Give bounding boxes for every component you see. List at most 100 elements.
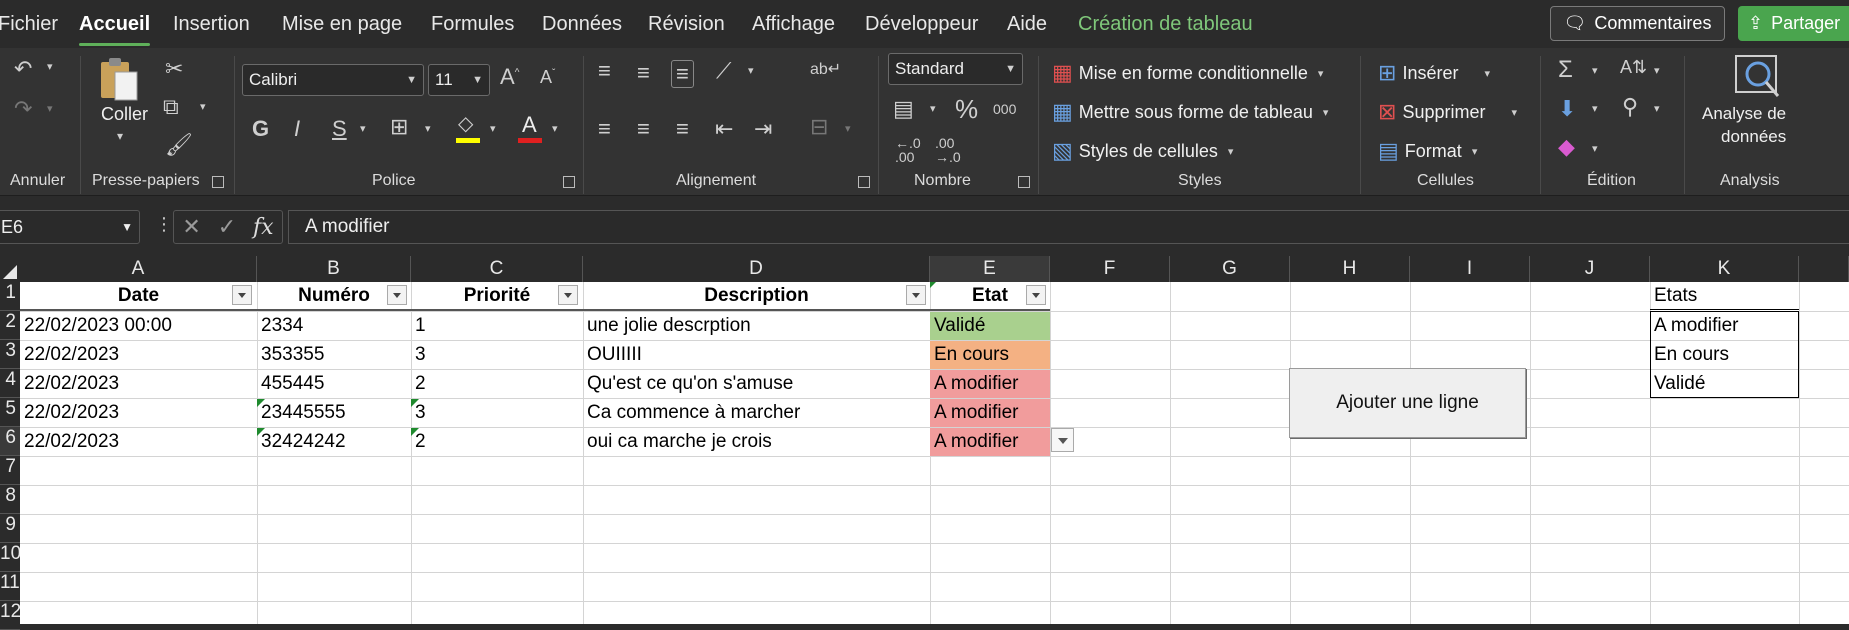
underline-icon[interactable]: S <box>332 118 347 140</box>
select-all-button[interactable] <box>0 256 20 282</box>
cell-k3[interactable]: En cours <box>1650 341 1799 369</box>
redo-dropdown-icon[interactable]: ▾ <box>47 104 53 115</box>
column-header-a[interactable]: A <box>20 256 257 282</box>
cell-b6[interactable]: 32424242 <box>257 428 411 456</box>
cell-d3[interactable]: OUIIIII <box>583 341 930 369</box>
orientation-icon[interactable]: ⟋ <box>716 60 731 82</box>
thousands-separator-icon[interactable]: 000 <box>993 102 1016 116</box>
enter-icon[interactable]: ✓ <box>218 214 236 240</box>
number-format-combo[interactable]: Standard ▼ <box>888 53 1023 85</box>
tab-formules[interactable]: Formules <box>431 13 514 36</box>
tab-donnees[interactable]: Données <box>542 13 622 36</box>
align-top-icon[interactable]: ≡ <box>598 60 611 82</box>
paste-button[interactable]: Coller ▾ <box>97 56 153 156</box>
filter-description-icon[interactable] <box>906 285 926 305</box>
row-header-2[interactable]: 2 <box>0 311 20 340</box>
more-options-icon[interactable]: ⋮ <box>155 214 173 235</box>
row-header-11[interactable]: 11 <box>0 572 20 601</box>
insert-cells-button[interactable]: ⊞ Insérer ▾ <box>1378 58 1490 88</box>
column-header-c[interactable]: C <box>411 256 583 282</box>
find-dropdown-icon[interactable]: ▾ <box>1654 104 1660 115</box>
number-launcher-icon[interactable] <box>1018 176 1030 188</box>
cell-a3[interactable]: 22/02/2023 <box>20 341 257 369</box>
function-icon[interactable]: fx <box>253 215 274 240</box>
share-button[interactable]: ⇪ Partager <box>1738 6 1849 41</box>
undo-dropdown-icon[interactable]: ▾ <box>47 62 53 73</box>
tab-insertion[interactable]: Insertion <box>173 13 250 36</box>
row-header-4[interactable]: 4 <box>0 369 20 398</box>
cell-c6[interactable]: 2 <box>411 428 583 456</box>
header-description[interactable]: Description <box>583 282 930 310</box>
filter-date-icon[interactable] <box>232 285 252 305</box>
format-as-table-button[interactable]: ▦ Mettre sous forme de tableau ▾ <box>1052 97 1328 127</box>
cell-e6[interactable]: A modifier <box>930 428 1050 456</box>
filter-numero-icon[interactable] <box>387 285 407 305</box>
cell-k1[interactable]: Etats <box>1650 282 1799 310</box>
header-date[interactable]: Date <box>20 282 257 310</box>
row-header-9[interactable]: 9 <box>0 514 20 543</box>
decrease-indent-icon[interactable]: ⇤ <box>715 118 733 140</box>
row-header-7[interactable]: 7 <box>0 456 20 485</box>
font-size-combo[interactable]: 11 ▼ <box>428 64 490 96</box>
bold-icon[interactable]: G <box>252 118 269 140</box>
cell-b3[interactable]: 353355 <box>257 341 411 369</box>
column-header-j[interactable]: J <box>1530 256 1650 282</box>
align-right-icon[interactable]: ≡ <box>676 118 689 140</box>
clipboard-launcher-icon[interactable] <box>212 176 224 188</box>
cell-k4[interactable]: Validé <box>1650 370 1799 398</box>
cell-b5[interactable]: 23445555 <box>257 399 411 427</box>
percent-icon[interactable]: % <box>955 96 978 122</box>
increase-font-icon[interactable]: A^ <box>500 66 519 88</box>
wrap-text-icon[interactable]: ab↵ <box>810 62 841 78</box>
cell-d5[interactable]: Ca commence à marcher <box>583 399 930 427</box>
cell-a5[interactable]: 22/02/2023 <box>20 399 257 427</box>
column-header-e[interactable]: E <box>930 256 1050 282</box>
comments-button[interactable]: 🗨 Commentaires <box>1550 6 1725 41</box>
orientation-dropdown-icon[interactable]: ▾ <box>748 66 754 77</box>
cell-d2[interactable]: une jolie descrption <box>583 312 930 340</box>
cell-c2[interactable]: 1 <box>411 312 583 340</box>
font-color-icon[interactable]: A <box>518 114 544 144</box>
cell-d4[interactable]: Qu'est ce qu'on s'amuse <box>583 370 930 398</box>
cell-k2[interactable]: A modifier <box>1650 312 1799 340</box>
row-header-8[interactable]: 8 <box>0 485 20 514</box>
cell-a2[interactable]: 22/02/2023 00:00 <box>20 312 257 340</box>
cell-c5[interactable]: 3 <box>411 399 583 427</box>
cell-b2[interactable]: 2334 <box>257 312 411 340</box>
tab-aide[interactable]: Aide <box>1007 13 1047 36</box>
row-header-12[interactable]: 12 <box>0 601 20 630</box>
cell-e2[interactable]: Validé <box>930 312 1050 340</box>
decrease-decimal-icon[interactable]: .00 →.0 <box>935 136 961 164</box>
analyze-data-button[interactable]: Analyse de données <box>1696 54 1826 164</box>
validation-dropdown-button[interactable] <box>1051 428 1074 452</box>
font-color-dropdown-icon[interactable]: ▾ <box>552 124 558 135</box>
row-header-3[interactable]: 3 <box>0 340 20 369</box>
tab-fichier[interactable]: Fichier <box>0 13 58 36</box>
decrease-font-icon[interactable]: Aˇ <box>540 68 555 86</box>
cell-c3[interactable]: 3 <box>411 341 583 369</box>
tab-mise-en-page[interactable]: Mise en page <box>282 13 402 36</box>
tab-developpeur[interactable]: Développeur <box>865 13 978 36</box>
copy-dropdown-icon[interactable]: ▾ <box>200 102 206 113</box>
row-header-1[interactable]: 1 <box>0 282 20 311</box>
align-left-icon[interactable]: ≡ <box>598 118 611 140</box>
align-center-icon[interactable]: ≡ <box>637 118 650 140</box>
column-header-g[interactable]: G <box>1170 256 1290 282</box>
clear-dropdown-icon[interactable]: ▾ <box>1592 144 1598 155</box>
increase-decimal-icon[interactable]: ←.0.00 <box>895 136 921 164</box>
cell-styles-button[interactable]: ▧ Styles de cellules ▾ <box>1052 136 1233 166</box>
align-bottom-icon[interactable]: ≡ <box>671 60 694 88</box>
undo-icon[interactable]: ↶ <box>14 58 32 80</box>
italic-icon[interactable]: I <box>294 118 300 140</box>
row-header-5[interactable]: 5 <box>0 398 20 427</box>
cell-d6[interactable]: oui ca marche je crois <box>583 428 930 456</box>
row-header-6[interactable]: 6 <box>0 427 20 456</box>
accounting-format-icon[interactable]: ▤ <box>893 98 914 120</box>
underline-dropdown-icon[interactable]: ▾ <box>360 124 366 135</box>
borders-icon[interactable]: ⊞ <box>390 116 408 138</box>
sort-dropdown-icon[interactable]: ▾ <box>1654 66 1660 77</box>
name-box[interactable]: E6 ▼ <box>0 210 140 244</box>
cell-e4[interactable]: A modifier <box>930 370 1050 398</box>
autosum-dropdown-icon[interactable]: ▾ <box>1592 66 1598 77</box>
add-row-button[interactable]: Ajouter une ligne <box>1289 368 1526 438</box>
